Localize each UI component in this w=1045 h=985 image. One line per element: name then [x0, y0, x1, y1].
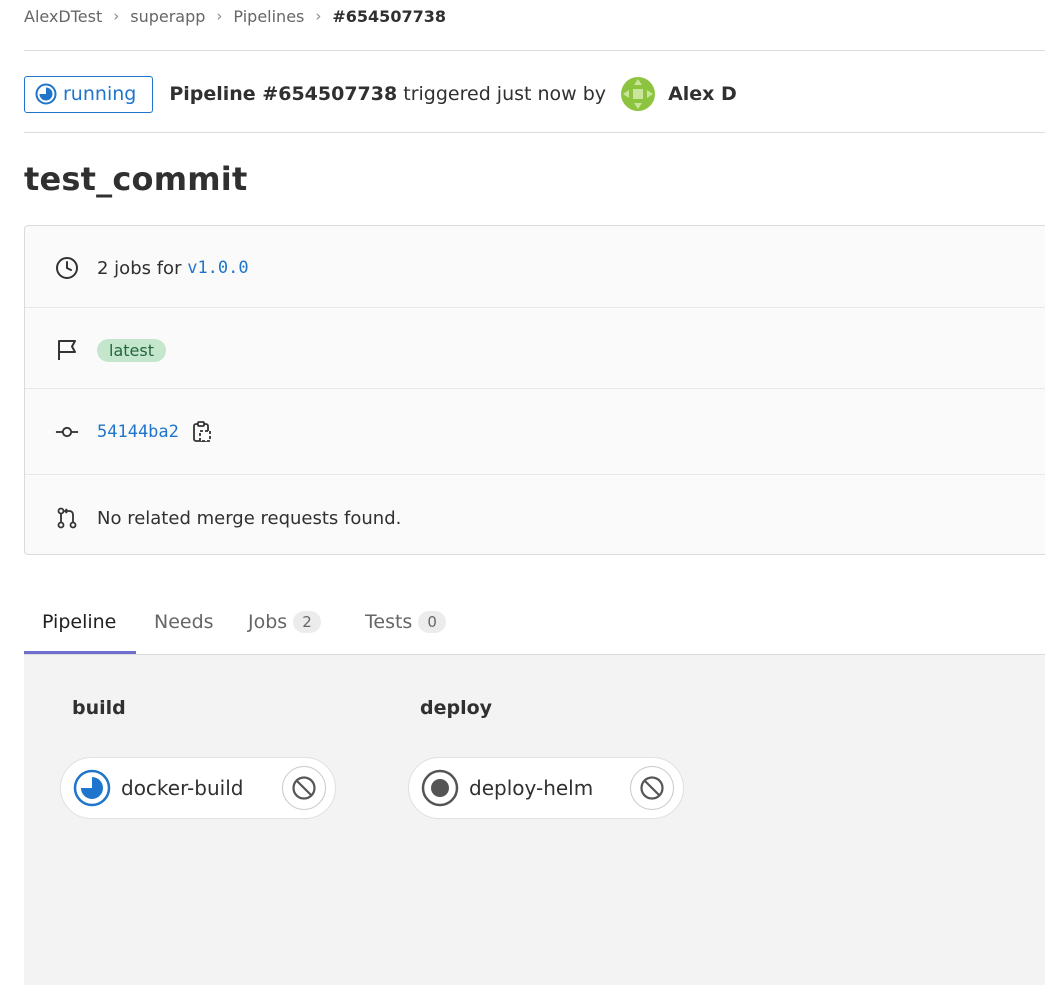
avatar[interactable]	[620, 76, 656, 112]
jobs-count-text: 2 jobs for	[97, 257, 182, 279]
chevron-right-icon: ›	[216, 7, 223, 25]
running-status-icon	[35, 83, 57, 105]
job-docker-build[interactable]: docker-build	[60, 757, 336, 819]
commit-row: 54144ba2	[25, 408, 1045, 456]
pipeline-header: running Pipeline #654507738 triggered ju…	[24, 74, 737, 114]
active-tab-indicator	[24, 651, 136, 654]
breadcrumb: AlexDTest › superapp › Pipelines › #6545…	[24, 4, 446, 28]
pipeline-info-box: 2 jobs for v1.0.0 latest 54144ba2 No rel…	[24, 225, 1045, 555]
clock-icon	[55, 256, 79, 280]
divider	[25, 307, 1045, 308]
merge-requests-row: No related merge requests found.	[25, 494, 1045, 542]
job-deploy-helm[interactable]: deploy-helm	[408, 757, 684, 819]
no-merge-requests-text: No related merge requests found.	[97, 507, 402, 529]
job-name: docker-build	[121, 776, 244, 800]
tab-pipeline[interactable]: Pipeline	[42, 592, 116, 652]
tab-jobs[interactable]: Jobs 2	[248, 592, 321, 652]
copy-icon[interactable]	[191, 420, 213, 444]
ref-link[interactable]: v1.0.0	[187, 258, 248, 278]
tests-count-badge: 0	[418, 611, 446, 633]
merge-request-icon	[55, 506, 79, 530]
divider	[24, 132, 1045, 133]
breadcrumb-project[interactable]: superapp	[130, 7, 205, 26]
tab-label: Pipeline	[42, 611, 117, 633]
breadcrumb-group[interactable]: AlexDTest	[24, 7, 102, 26]
pipeline-trigger-text: Pipeline #654507738 triggered just now b…	[169, 83, 606, 105]
tab-label: Needs	[154, 611, 214, 633]
breadcrumb-current[interactable]: #654507738	[332, 7, 446, 26]
cancel-job-button[interactable]	[630, 766, 674, 810]
jobs-row: 2 jobs for v1.0.0	[25, 244, 1045, 292]
divider	[25, 474, 1045, 475]
page-title: test_commit	[24, 160, 248, 198]
author-link[interactable]: Alex D	[668, 83, 737, 105]
job-name: deploy-helm	[469, 776, 594, 800]
flag-icon	[55, 338, 79, 362]
tab-label: Jobs	[248, 611, 288, 633]
jobs-count-badge: 2	[293, 611, 321, 633]
triggered-text: triggered just now by	[397, 83, 607, 105]
chevron-right-icon: ›	[315, 7, 322, 25]
status-badge[interactable]: running	[24, 75, 154, 113]
pipeline-graph: build docker-build deploy deploy-helm	[24, 655, 1045, 985]
divider	[24, 50, 1045, 51]
status-label: running	[63, 83, 137, 105]
labels-row: latest	[25, 326, 1045, 374]
chevron-right-icon: ›	[113, 7, 120, 25]
breadcrumb-pipelines[interactable]: Pipelines	[233, 7, 304, 26]
tab-label: Tests	[365, 611, 413, 633]
stage-title-build: build	[72, 697, 126, 719]
commit-icon	[55, 420, 79, 444]
tab-tests[interactable]: Tests 0	[365, 592, 446, 652]
tab-needs[interactable]: Needs	[154, 592, 214, 652]
cancel-job-button[interactable]	[282, 766, 326, 810]
divider	[25, 388, 1045, 389]
running-status-icon	[73, 769, 111, 807]
latest-badge: latest	[97, 338, 166, 362]
pipeline-tabs: Pipeline Needs Jobs 2 Tests 0	[24, 592, 1045, 654]
created-status-icon	[421, 769, 459, 807]
cancel-icon	[292, 776, 316, 800]
cancel-icon	[640, 776, 664, 800]
stage-title-deploy: deploy	[420, 697, 493, 719]
commit-sha-link[interactable]: 54144ba2	[97, 422, 179, 442]
pipeline-id: Pipeline #654507738	[169, 83, 398, 105]
